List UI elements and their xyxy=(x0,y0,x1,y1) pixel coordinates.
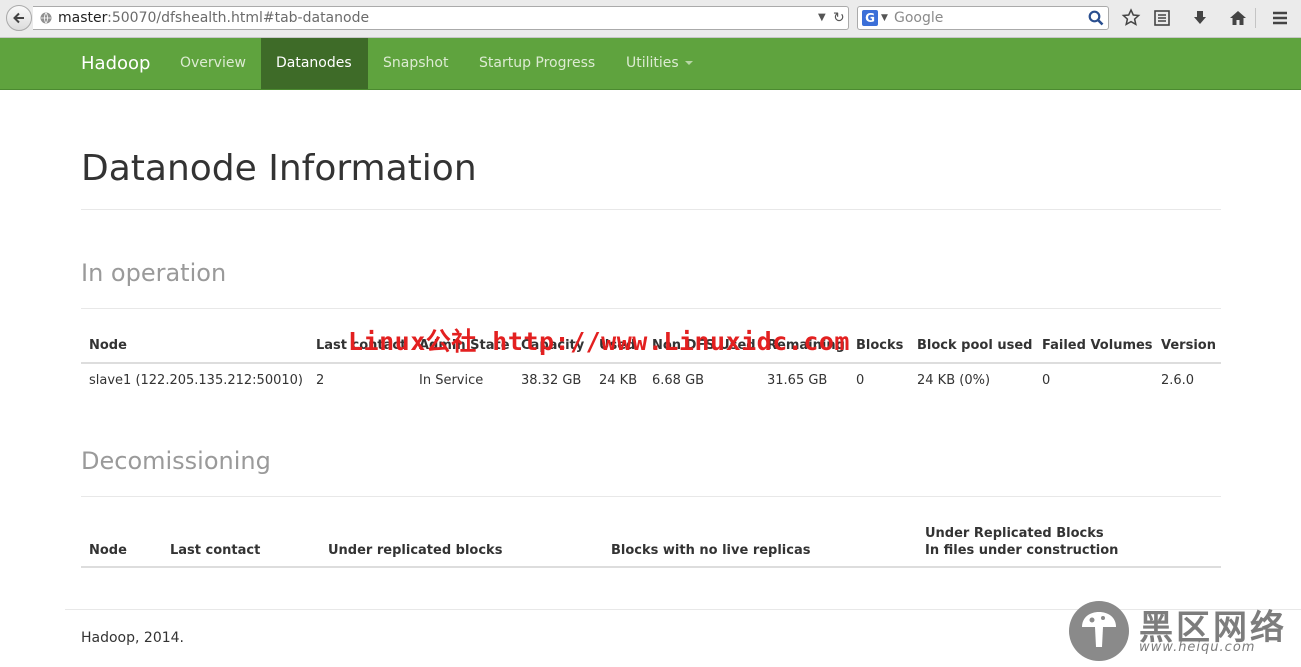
download-icon[interactable] xyxy=(1190,8,1210,28)
navbar-brand[interactable]: Hadoop xyxy=(81,38,150,89)
cell-node: slave1 (122.205.135.212:50010) xyxy=(89,373,303,388)
col-header-block-pool-used: Block pool used xyxy=(917,338,1033,353)
toolbar-separator xyxy=(1255,8,1256,28)
nav-startup-progress[interactable]: Startup Progress xyxy=(464,38,610,89)
globe-icon xyxy=(40,12,52,24)
nav-datanodes[interactable]: Datanodes xyxy=(261,38,368,89)
divider xyxy=(81,496,1221,497)
search-engine-dropdown-icon[interactable]: ▼ xyxy=(881,7,888,29)
col-header-version: Version xyxy=(1161,338,1216,353)
nav-utilities[interactable]: Utilities xyxy=(611,38,708,89)
home-icon[interactable] xyxy=(1228,8,1248,28)
col-header-last-contact: Last contact xyxy=(170,543,261,558)
divider xyxy=(81,209,1221,210)
table-header-border xyxy=(81,566,1221,568)
bookmark-star-icon[interactable] xyxy=(1121,8,1141,28)
cell-last-contact: 2 xyxy=(316,373,325,388)
col-header-under-replicated: Under replicated blocks xyxy=(328,543,503,558)
url-bar[interactable]: master:50070/dfshealth.html#tab-datanode… xyxy=(33,6,849,30)
url-text: master:50070/dfshealth.html#tab-datanode xyxy=(58,10,370,26)
decommissioning-title: Decomissioning xyxy=(81,447,271,475)
search-input[interactable]: Google xyxy=(894,7,943,29)
col-header-node: Node xyxy=(89,338,127,353)
corner-logo-watermark: 黑区网络 www.heiqu.com xyxy=(1066,598,1301,667)
page-title: Datanode Information xyxy=(81,148,477,189)
divider xyxy=(81,308,1221,309)
search-bar[interactable]: G ▼ Google xyxy=(857,6,1109,30)
search-icon[interactable] xyxy=(1088,10,1104,26)
nav-overview[interactable]: Overview xyxy=(165,38,261,89)
reload-icon[interactable]: ↻ xyxy=(833,7,845,29)
col-header-blocks: Blocks xyxy=(856,338,904,353)
cell-blocks: 0 xyxy=(856,373,865,388)
arrow-left-icon xyxy=(13,12,24,24)
menu-icon[interactable] xyxy=(1270,8,1290,28)
cell-capacity: 38.32 GB xyxy=(521,373,582,388)
footer-text: Hadoop, 2014. xyxy=(81,630,184,646)
mushroom-logo-icon xyxy=(1069,601,1129,661)
google-icon[interactable]: G xyxy=(862,10,878,26)
cell-block-pool-used: 24 KB (0%) xyxy=(917,373,991,388)
navbar: Hadoop Overview Datanodes Snapshot Start… xyxy=(0,38,1301,90)
cell-version: 2.6.0 xyxy=(1161,373,1195,388)
nav-utilities-label: Utilities xyxy=(626,55,679,71)
url-dropdown-icon[interactable]: ▼ xyxy=(818,7,826,29)
cell-failed-volumes: 0 xyxy=(1042,373,1051,388)
cell-remaining: 31.65 GB xyxy=(767,373,828,388)
browser-toolbar: master:50070/dfshealth.html#tab-datanode… xyxy=(0,0,1301,38)
col-header-no-live-replicas: Blocks with no live replicas xyxy=(611,543,811,558)
watermark-text: Linux公社 http://www.Linuxidc.com xyxy=(348,327,850,356)
caret-down-icon xyxy=(684,61,693,65)
logo-url-text: www.heiqu.com xyxy=(1139,640,1256,655)
table-header-border xyxy=(81,362,1221,364)
reading-list-icon[interactable] xyxy=(1152,8,1172,28)
cell-non-dfs-used: 6.68 GB xyxy=(652,373,705,388)
col-header-files-under-construction: In files under construction xyxy=(925,543,1119,558)
nav-snapshot[interactable]: Snapshot xyxy=(368,38,463,89)
col-header-under-replicated-blocks: Under Replicated Blocks xyxy=(925,526,1104,541)
cell-used: 24 KB xyxy=(599,373,638,388)
in-operation-title: In operation xyxy=(81,259,227,287)
cell-admin-state: In Service xyxy=(419,373,484,388)
back-button[interactable] xyxy=(6,5,32,31)
col-header-node: Node xyxy=(89,543,127,558)
col-header-failed-volumes: Failed Volumes xyxy=(1042,338,1153,353)
